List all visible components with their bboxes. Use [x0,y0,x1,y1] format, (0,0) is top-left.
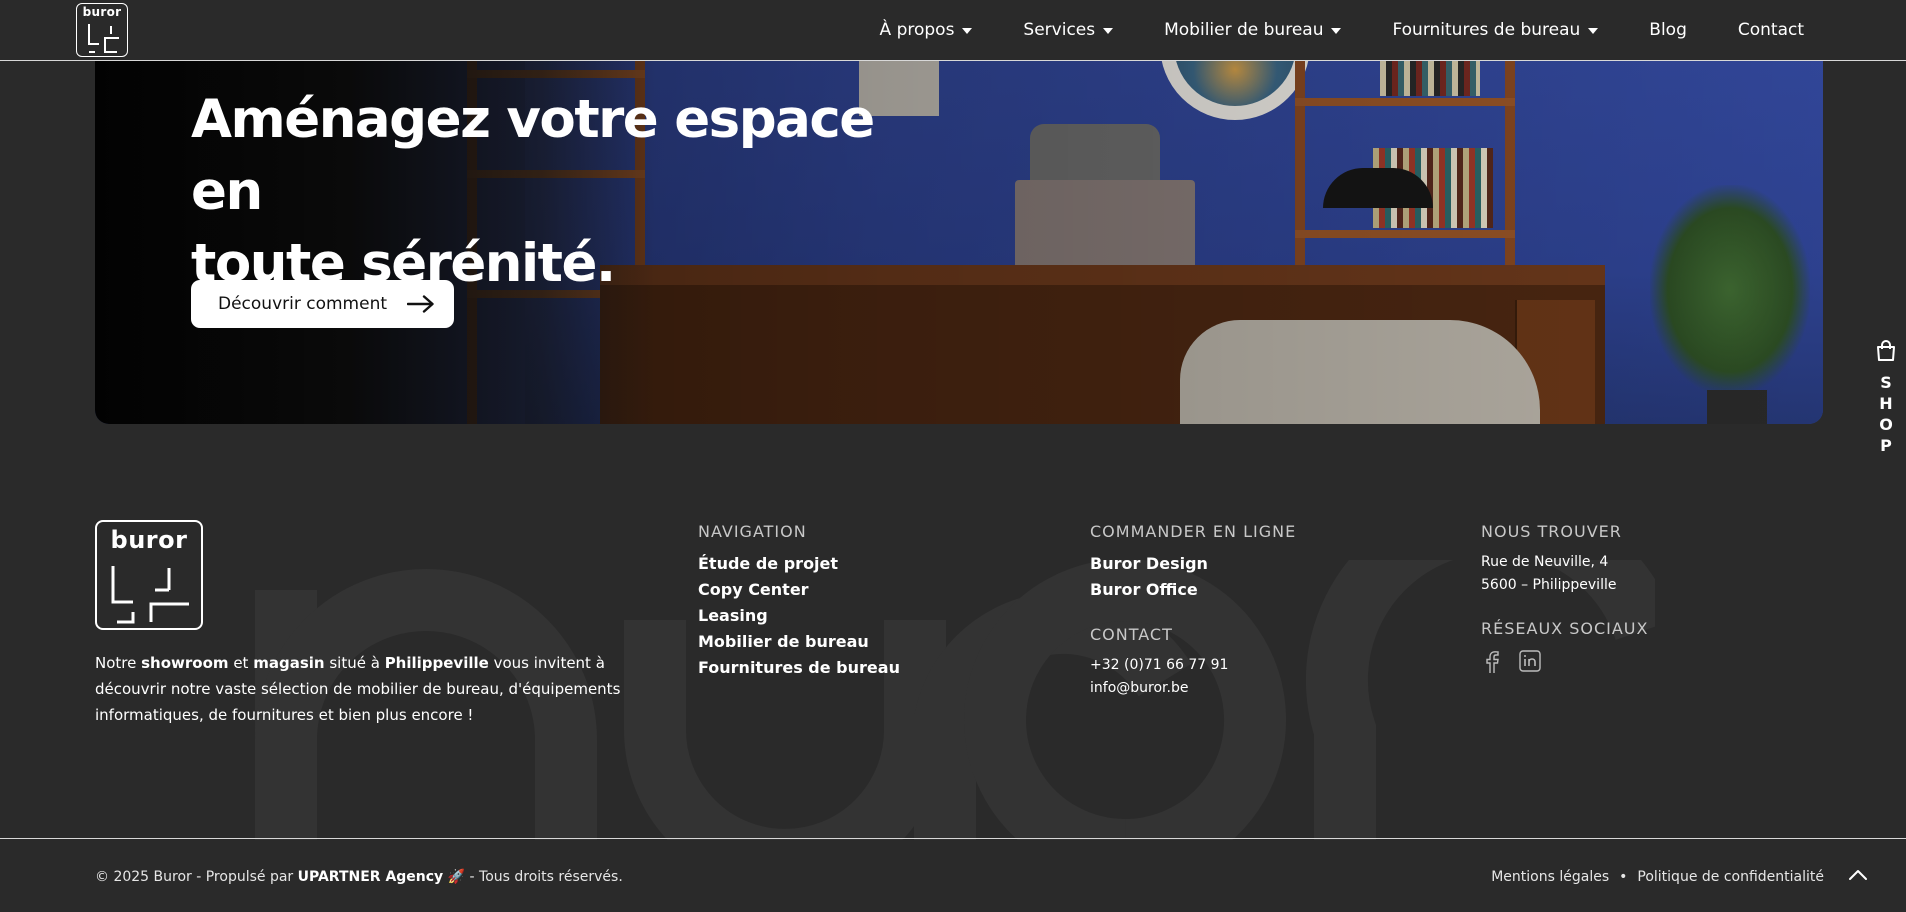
shopping-bag-icon [1877,340,1895,361]
footer-address-line: 5600 – Philippeville [1481,577,1617,593]
nav-label: Fournitures de bureau [1392,20,1581,40]
nav-services[interactable]: Services [1023,20,1114,40]
arrow-right-icon [407,295,434,313]
footer-link-office-supplies[interactable]: Fournitures de bureau [698,655,900,681]
privacy-policy-link[interactable]: Politique de confidentialité [1637,869,1824,885]
nav-about[interactable]: À propos [880,20,973,40]
caret-down-icon [1331,27,1342,34]
footer-link-copy-center[interactable]: Copy Center [698,577,900,603]
shop-letter: P [1880,436,1892,455]
footer-column-title: NAVIGATION [698,522,807,541]
logo-mark-icon [111,566,189,624]
footer-order-online: COMMANDER EN LIGNE Buror Design Buror Of… [1090,522,1296,700]
copyright-text: © 2025 Buror - Propulsé par UPARTNER Age… [95,869,623,885]
footer-link-project-study[interactable]: Étude de projet [698,551,900,577]
logo-text: buror [110,526,188,554]
nav-office-supplies[interactable]: Fournitures de bureau [1392,20,1599,40]
footer-email-link[interactable]: info@buror.be [1090,677,1296,700]
footer-bottom-bar: © 2025 Buror - Propulsé par UPARTNER Age… [0,838,1906,912]
agency-link[interactable]: UPARTNER Agency [298,869,444,885]
footer-column-title: RÉSEAUX SOCIAUX [1481,619,1649,638]
chevron-up-icon[interactable] [1846,863,1870,887]
caret-down-icon [1103,27,1114,34]
footer-link-leasing[interactable]: Leasing [698,603,900,629]
nav-label: Blog [1649,20,1687,40]
social-links [1481,650,1648,678]
logo-mark-icon [88,24,119,53]
discover-button[interactable]: Découvrir comment [191,280,454,328]
main-nav: À propos Services Mobilier de bureau Fou… [829,0,1804,60]
nav-label: Services [1023,20,1096,40]
facebook-icon[interactable] [1481,650,1503,678]
footer-column-title: CONTACT [1090,625,1173,644]
rocket-icon: 🚀 [447,869,466,885]
nav-blog[interactable]: Blog [1649,20,1687,40]
footer-phone-link[interactable]: +32 (0)71 66 77 91 [1090,654,1296,677]
hero-title-line: Aménagez votre espace en [191,89,875,222]
logo-text: buror [82,5,122,19]
shop-letter: H [1879,394,1893,413]
shop-letter: S [1880,373,1892,392]
shop-side-tab[interactable]: S H O P [1872,340,1900,456]
footer-find-us: NOUS TROUVER Rue de Neuville, 4 5600 – P… [1481,522,1648,678]
footer-logo[interactable]: buror [95,520,203,630]
linkedin-icon[interactable] [1519,650,1541,678]
separator: • [1619,869,1628,885]
nav-label: Mobilier de bureau [1164,20,1324,40]
nav-office-furniture[interactable]: Mobilier de bureau [1164,20,1342,40]
buror-logo[interactable]: buror [76,3,128,57]
footer-address-line: Rue de Neuville, 4 [1481,554,1609,570]
footer-navigation: NAVIGATION Étude de projet Copy Center L… [698,522,900,681]
footer-link-buror-office[interactable]: Buror Office [1090,577,1296,603]
shop-letter: O [1879,415,1893,434]
nav-contact[interactable]: Contact [1738,20,1804,40]
footer-link-buror-design[interactable]: Buror Design [1090,551,1296,577]
nav-label: À propos [879,20,955,40]
legal-links: Mentions légales • Politique de confiden… [1491,869,1824,885]
caret-down-icon [1588,27,1599,34]
discover-button-label: Découvrir comment [218,294,388,314]
hero-banner: Aménagez votre espace en toute sérénité.… [95,40,1823,424]
legal-notice-link[interactable]: Mentions légales [1491,869,1609,885]
hero-title: Aménagez votre espace en toute sérénité. [191,84,951,300]
footer-column-title: COMMANDER EN LIGNE [1090,522,1297,541]
footer-column-title: NOUS TROUVER [1481,522,1622,541]
top-navbar: buror À propos Services Mobilier de bure… [0,0,1906,61]
caret-down-icon [962,27,973,34]
footer-link-office-furniture[interactable]: Mobilier de bureau [698,629,900,655]
footer-about-text: Notre showroom et magasin situé à Philip… [95,654,621,724]
nav-label: Contact [1737,20,1804,40]
